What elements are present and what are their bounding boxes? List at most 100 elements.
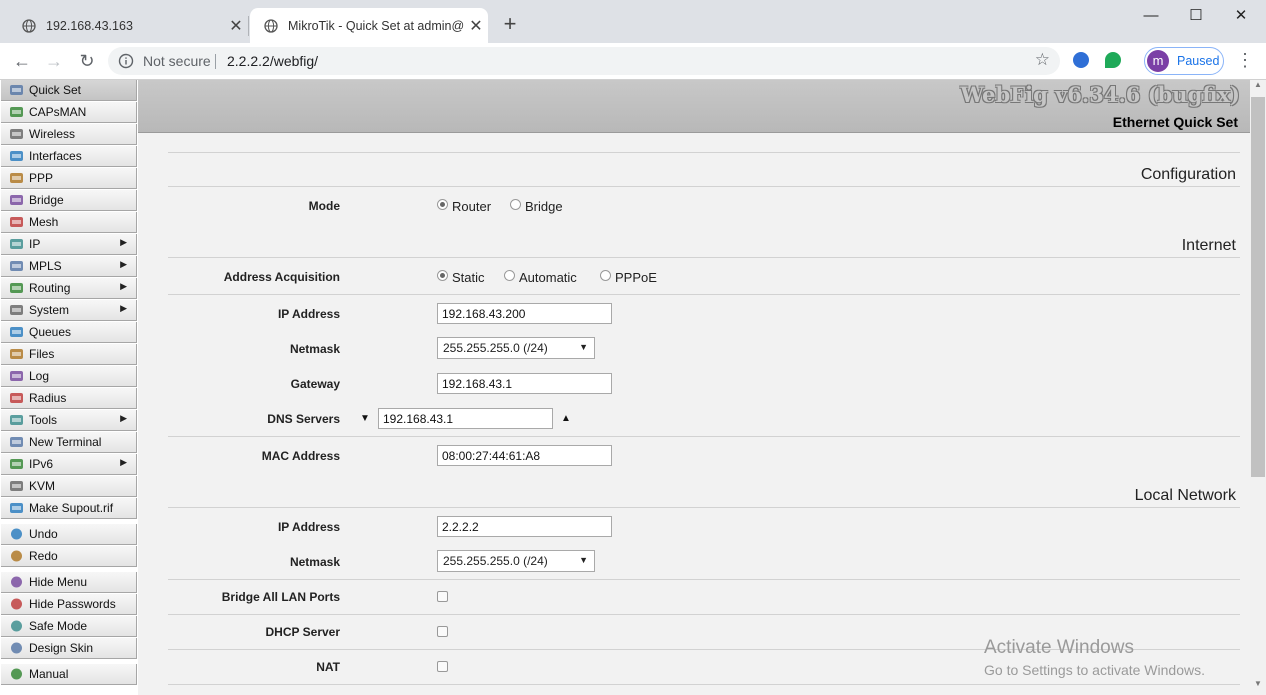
umbrella-icon [9,619,24,633]
sidebar-item-ipv6[interactable]: IPv6 ▶ [1,454,137,475]
dns-servers-input[interactable] [378,408,553,429]
sidebar-item-log[interactable]: Log [1,366,137,387]
acquisition-pppoe-radio[interactable] [600,270,611,281]
bridge-icon [9,193,24,207]
mode-router-radio[interactable] [437,199,448,210]
mesh-icon [9,215,24,229]
minimize-button[interactable]: — [1136,4,1166,28]
sidebar-item-make-supout-rif[interactable]: Make Supout.rif [1,498,137,519]
mode-bridge-radio[interactable] [510,199,521,210]
acquisition-automatic-radio[interactable] [504,270,515,281]
submenu-arrow-icon: ▶ [120,413,127,423]
nat-checkbox[interactable] [437,661,448,672]
sidebar-item-files[interactable]: Files [1,344,137,365]
sidebar-item-new-terminal[interactable]: New Terminal [1,432,137,453]
sidebar-item-tools[interactable]: Tools ▶ [1,410,137,431]
bookmark-star-icon[interactable]: ☆ [1035,50,1050,70]
sidebar-item-wireless[interactable]: Wireless [1,124,137,145]
forward-arrow-icon[interactable]: → [42,49,66,73]
local-netmask-select[interactable]: 255.255.255.0 (/24) ▼ [437,550,595,572]
interfaces-icon [9,149,24,163]
sidebar-item-label: Quick Set [29,83,82,97]
address-bar[interactable]: Not secure 2.2.2.2/webfig/ ☆ [108,47,1060,75]
kvm-icon [9,479,24,493]
acquisition-pppoe-label[interactable]: PPPoE [615,270,657,285]
nat-label: NAT [316,660,340,674]
sidebar-item-quick-set[interactable]: Quick Set [1,80,137,101]
browser-tab-1[interactable]: 192.168.43.163 ✕ [8,8,248,43]
sidebar-item-label: Bridge [29,193,64,207]
reload-icon[interactable]: ↻ [75,49,99,73]
scrollbar-thumb[interactable] [1251,97,1265,477]
mode-bridge-label[interactable]: Bridge [525,199,563,214]
extension-search-icon[interactable] [1073,52,1089,68]
sidebar-item-redo[interactable]: Redo [1,546,137,567]
menu-kebab-icon[interactable]: ⋮ [1236,50,1254,72]
sidebar-item-manual[interactable]: Manual [1,664,137,685]
skin-icon [9,641,24,655]
dns-add-arrow-icon[interactable]: ▲ [561,413,571,424]
sidebar-item-label: New Terminal [29,435,102,449]
local-ip-address-input[interactable] [437,516,612,537]
internet-netmask-select[interactable]: 255.255.255.0 (/24) ▼ [437,337,595,359]
close-window-button[interactable]: ✕ [1226,4,1256,28]
sidebar-item-undo[interactable]: Undo [1,524,137,545]
sidebar-item-system[interactable]: System ▶ [1,300,137,321]
acquisition-automatic-label[interactable]: Automatic [519,270,577,285]
sidebar-item-hide-passwords[interactable]: Hide Passwords [1,594,137,615]
url-text[interactable]: 2.2.2.2/webfig/ [227,53,318,69]
extension-chat-icon[interactable] [1105,52,1121,68]
sidebar-item-hide-menu[interactable]: Hide Menu [1,572,137,593]
sidebar-item-radius[interactable]: Radius [1,388,137,409]
scroll-down-icon[interactable]: ▼ [1250,679,1266,695]
profile-status: Paused [1177,54,1220,68]
scroll-up-icon[interactable]: ▲ [1250,80,1266,96]
divider [168,507,1240,508]
sidebar-item-design-skin[interactable]: Design Skin [1,638,137,659]
sidebar-item-label: Files [29,347,55,361]
maximize-button[interactable]: ☐ [1181,4,1211,28]
tab-title: 192.168.43.163 [46,18,133,33]
sidebar-item-ip[interactable]: IP ▶ [1,234,137,255]
dhcp-server-checkbox[interactable] [437,626,448,637]
local-netmask-label: Netmask [289,555,340,569]
sidebar-item-label: Redo [29,549,58,563]
divider [168,186,1240,187]
tools-icon [9,413,24,427]
bridge-all-lan-ports-checkbox[interactable] [437,591,448,602]
browser-tab-bar: 192.168.43.163 ✕ MikroTik - Quick Set at… [0,0,1266,43]
internet-ip-address-input[interactable] [437,303,612,324]
close-tab-icon[interactable]: ✕ [224,16,248,36]
page-title: Ethernet Quick Set [1112,114,1238,130]
divider [168,152,1240,153]
back-arrow-icon[interactable]: ← [10,49,34,73]
divider [168,294,1240,295]
profile-button[interactable]: m Paused [1144,47,1224,75]
close-tab-icon[interactable]: ✕ [464,16,488,36]
queues-icon [9,325,24,339]
acquisition-static-radio[interactable] [437,270,448,281]
address-acquisition-label: Address Acquisition [223,270,340,284]
new-tab-button[interactable]: + [498,12,522,36]
sidebar-item-label: Hide Menu [29,575,88,589]
sidebar-item-queues[interactable]: Queues [1,322,137,343]
sidebar-item-safe-mode[interactable]: Safe Mode [1,616,137,637]
mac-address-input[interactable] [437,445,612,466]
sidebar-item-routing[interactable]: Routing ▶ [1,278,137,299]
local-ip-address-label: IP Address [277,520,340,534]
gateway-input[interactable] [437,373,612,394]
sidebar-item-mpls[interactable]: MPLS ▶ [1,256,137,277]
browser-tab-2[interactable]: MikroTik - Quick Set at admin@2. ✕ [250,8,488,43]
page-scrollbar[interactable]: ▲ ▼ [1250,80,1266,695]
sidebar-item-mesh[interactable]: Mesh [1,212,137,233]
sidebar-item-capsman[interactable]: CAPsMAN [1,102,137,123]
mode-router-label[interactable]: Router [452,199,491,214]
acquisition-static-label[interactable]: Static [452,270,485,285]
webfig-sidebar: Quick Set CAPsMAN Wireless Interfaces PPP Bri… [0,80,139,695]
sidebar-item-interfaces[interactable]: Interfaces [1,146,137,167]
sidebar-item-label: KVM [29,479,56,493]
dns-remove-arrow-icon[interactable]: ▼ [360,413,370,424]
sidebar-item-ppp[interactable]: PPP [1,168,137,189]
sidebar-item-kvm[interactable]: KVM [1,476,137,497]
sidebar-item-bridge[interactable]: Bridge [1,190,137,211]
